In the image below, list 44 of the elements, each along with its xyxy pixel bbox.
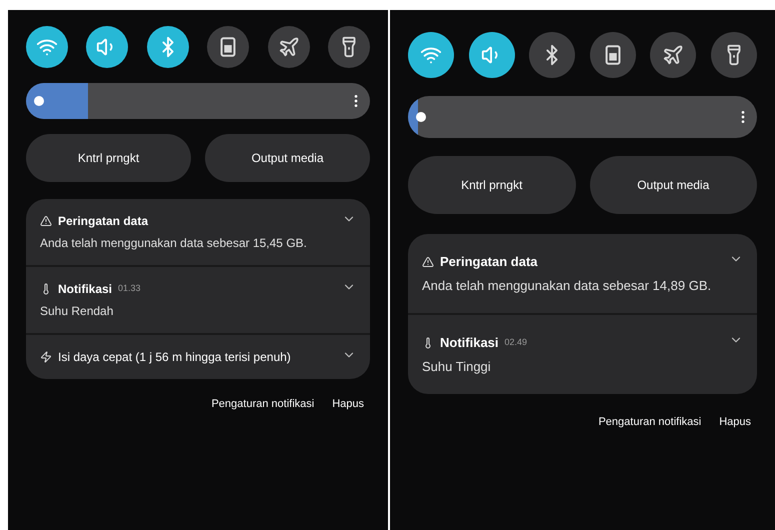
quick-toggle[interactable] [468,32,515,78]
quick-toggle[interactable] [268,26,310,68]
quick-toggle[interactable] [146,26,189,68]
quick-toggle[interactable] [26,26,68,68]
quick-toggle[interactable] [650,32,696,78]
notification[interactable]: Peringatan data Anda telah menggunakan data sebesar 14,89 GB. [408,234,757,313]
notification[interactable]: Isi daya cepat (1 j 56 m hingga terisi penuh) [26,333,370,379]
quick-toggle[interactable] [590,32,636,78]
notification-title: Isi daya cepat (1 j 56 m hingga terisi penuh) [58,349,291,366]
footer-link[interactable]: Pengaturan notifikasi [211,396,314,412]
quick-toggle[interactable] [529,32,576,78]
notification-time: 01.33 [118,282,141,296]
notification-title: Peringatan data [58,213,148,230]
quick-toggle[interactable] [408,32,454,78]
notification-text: Anda telah menggunakan data sebesar 14,89 GB. [422,276,712,295]
notification[interactable]: Peringatan data Anda telah menggunakan data sebesar 15,45 GB. [26,199,370,265]
quick-toggle[interactable] [328,26,370,68]
notification-title: Peringatan data [440,253,538,271]
warning-icon [422,256,434,268]
warning-icon [40,215,52,227]
panel-button[interactable]: Output media [590,156,757,214]
notification-text: Suhu Tinggi [422,358,492,376]
panel-button[interactable]: Output media [205,134,370,182]
notification[interactable]: Notifikasi 02.49 Suhu Tinggi [408,313,757,394]
airplane-icon [278,36,300,58]
panel-button[interactable]: Kntrl prngkt [26,134,191,182]
footer-link[interactable]: Hapus [719,414,751,430]
quick-toggle[interactable] [710,32,757,78]
quick-toggle[interactable] [207,26,250,68]
airplane-icon [662,44,684,66]
brightness-slider[interactable] [408,96,757,138]
notification-title: Notifikasi [440,334,499,352]
quick-toggle[interactable] [86,26,128,68]
footer-link[interactable]: Pengaturan notifikasi [598,414,702,430]
brightness-thumb[interactable] [416,112,426,122]
footer-link[interactable]: Hapus [332,396,364,412]
notification-time: 02.49 [504,336,528,349]
notification-title: Notifikasi [58,281,112,298]
notification-text: Suhu Rendah [40,303,114,320]
panel-button[interactable]: Kntrl prngkt [408,156,576,214]
lightning-icon [40,351,52,363]
brightness-slider[interactable] [26,83,370,119]
notification-text: Anda telah menggunakan data sebesar 15,45 GB. [40,235,308,252]
notification[interactable]: Notifikasi 01.33 Suhu Rendah [26,265,370,333]
